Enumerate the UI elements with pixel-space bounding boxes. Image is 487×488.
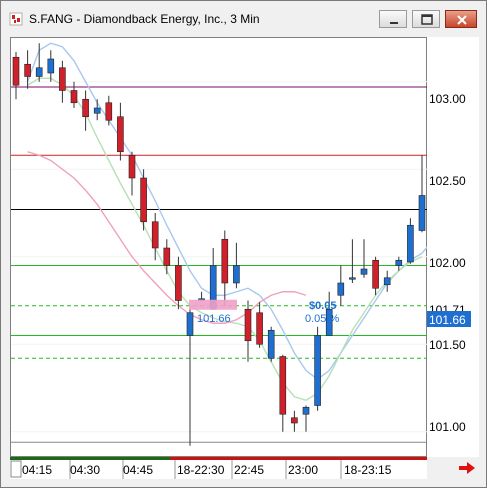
candle-body[interactable] (383, 277, 391, 286)
change-percent-label: 0.05 % (305, 313, 339, 325)
price-axis[interactable]: 103.00 102.50 102.00 101.71 101.50 101.0… (427, 37, 479, 457)
time-tick-2245: 22:45 (234, 463, 264, 477)
candle-body[interactable] (233, 265, 240, 284)
time-tick-0430: 04:30 (70, 463, 100, 477)
minimize-button[interactable] (379, 10, 407, 28)
time-tick-2315: 18-23:15 (344, 463, 392, 477)
time-tick-0415: 04:15 (22, 463, 52, 477)
price-tick-101-5: 101.50 (429, 338, 466, 352)
candle-body[interactable] (221, 238, 229, 284)
candle-body[interactable] (372, 259, 379, 289)
candle-body[interactable] (128, 154, 136, 179)
candle-body[interactable] (59, 67, 66, 91)
time-scroll-marker[interactable] (10, 460, 22, 478)
time-tick-2230: 18-22:30 (177, 463, 225, 477)
price-tick-102: 102.00 (429, 256, 466, 270)
candle-body[interactable] (35, 67, 43, 77)
candle-body[interactable] (256, 312, 263, 345)
close-icon (457, 15, 467, 25)
candlestick-chart[interactable]: 101.66 $0.050.05 % (11, 38, 446, 458)
indicator-series-line (26, 42, 446, 381)
price-axis-svg: 103.00 102.50 102.00 101.71 101.50 101.0… (427, 92, 471, 434)
candle-body[interactable] (93, 107, 101, 114)
candle-body[interactable] (267, 329, 275, 359)
candle-body[interactable] (24, 63, 31, 77)
candle-body[interactable] (279, 356, 287, 415)
indicator-series-line (27, 151, 307, 324)
current-price-label: 101.66 (429, 313, 466, 327)
candle-body[interactable] (291, 417, 298, 424)
price-tick-101: 101.00 (429, 420, 466, 434)
candle-body[interactable] (395, 259, 403, 266)
candle-body[interactable] (82, 98, 89, 118)
price-tick-102-5: 102.50 (429, 174, 466, 188)
candle-body[interactable] (140, 177, 147, 223)
candle-body[interactable] (117, 116, 124, 153)
time-axis[interactable]: 04:15 04:30 04:45 18-22:30 22:45 23:00 1… (10, 457, 427, 479)
candle-body[interactable] (12, 56, 20, 86)
change-value-label: $0.05 (309, 300, 337, 312)
candle-body[interactable] (151, 221, 159, 249)
candle-body[interactable] (314, 335, 321, 406)
candle-body[interactable] (360, 268, 368, 275)
candle-body[interactable] (47, 58, 55, 74)
candle-body[interactable] (349, 277, 356, 280)
title-bar[interactable]: S.FANG - Diamondback Energy, Inc., 3 Min (1, 1, 486, 37)
window-title: S.FANG - Diamondback Energy, Inc., 3 Min (29, 12, 260, 26)
chart-plot-area[interactable]: 101.66 $0.05 0.05 % (10, 37, 446, 458)
candle-body[interactable] (302, 406, 310, 415)
scroll-right-arrow-icon[interactable] (457, 461, 477, 475)
minimize-icon (390, 22, 398, 24)
candle-body[interactable] (418, 195, 426, 231)
app-icon (9, 12, 23, 26)
candle-body[interactable] (163, 247, 171, 266)
candle-body[interactable] (186, 312, 194, 336)
maximize-icon (421, 14, 433, 25)
candle-body[interactable] (407, 224, 414, 263)
close-button[interactable] (445, 10, 477, 28)
time-tick-0445: 04:45 (123, 463, 153, 477)
candle-body[interactable] (337, 282, 345, 296)
maximize-button[interactable] (412, 10, 440, 28)
price-tick-103: 103.00 (429, 92, 466, 106)
candle-body[interactable] (70, 90, 78, 104)
time-tick-2300: 23:00 (288, 463, 318, 477)
time-axis-svg: 04:15 04:30 04:45 18-22:30 22:45 23:00 1… (10, 457, 427, 479)
selection-highlight[interactable] (189, 299, 237, 310)
selection-price-label: 101.66 (197, 313, 231, 325)
candle-body[interactable] (175, 265, 182, 301)
candle-body[interactable] (105, 102, 113, 121)
candle-body[interactable] (244, 308, 252, 342)
chart-window: S.FANG - Diamondback Energy, Inc., 3 Min… (0, 0, 487, 488)
